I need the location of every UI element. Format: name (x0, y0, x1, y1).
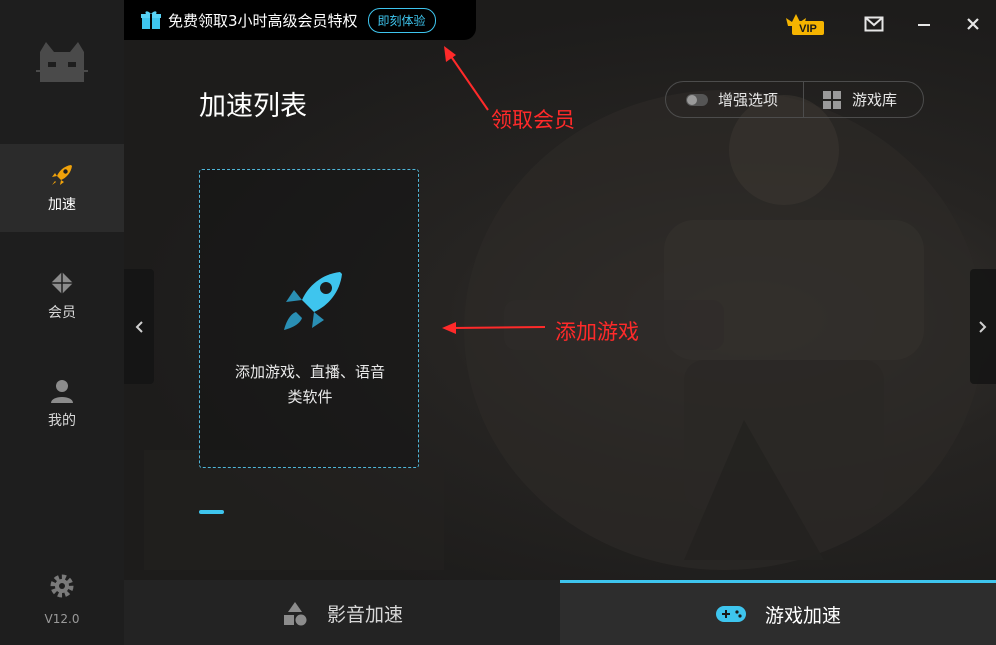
game-library-label: 游戏库 (852, 91, 898, 109)
bottom-tabs: 影音加速 游戏加速 (124, 580, 996, 645)
game-library-button[interactable]: 游戏库 (804, 82, 923, 117)
grid-icon (823, 90, 841, 109)
carousel-indicator[interactable] (199, 510, 224, 514)
enhance-options-button[interactable]: 增强选项 (666, 82, 804, 117)
tab-media-accelerate[interactable]: 影音加速 (124, 580, 560, 645)
mail-icon (864, 16, 884, 32)
mail-button[interactable] (862, 12, 886, 36)
tab-game-accelerate[interactable]: 游戏加速 (560, 580, 996, 645)
gamepad-icon (715, 606, 746, 622)
promo-text: 免费领取3小时高级会员特权 (168, 11, 358, 30)
promo-banner: 免费领取3小时高级会员特权 即刻体验 (124, 0, 476, 40)
page-title: 加速列表 (199, 91, 307, 122)
options-pill-group: 增强选项 游戏库 (665, 81, 924, 118)
rocket-icon (52, 165, 72, 185)
gear-icon[interactable] (48, 572, 76, 600)
sidebar-item-member[interactable]: 会员 (0, 252, 124, 340)
sidebar-item-label: 加速 (48, 197, 76, 213)
annotation-member-label: 领取会员 (491, 108, 575, 132)
close-icon (967, 18, 979, 30)
sidebar-item-label: 我的 (48, 413, 76, 429)
sidebar-item-label: 会员 (48, 305, 76, 321)
sidebar-item-accelerate[interactable]: 加速 (0, 144, 124, 232)
tab-label: 游戏加速 (764, 604, 841, 627)
add-game-text: 添加游戏、直播、语音 类软件 (220, 360, 400, 410)
add-game-text-line2: 类软件 (287, 388, 333, 406)
vip-crown-icon: VIP (786, 14, 824, 35)
carousel-next-button[interactable] (970, 269, 996, 384)
try-now-button[interactable]: 即刻体验 (367, 7, 436, 33)
add-game-card[interactable]: 添加游戏、直播、语音 类软件 (199, 169, 419, 468)
shapes-icon (283, 601, 307, 625)
close-button[interactable] (963, 12, 983, 36)
add-game-text-line1: 添加游戏、直播、语音 (234, 363, 385, 381)
carousel-prev-button[interactable] (124, 269, 154, 384)
minimize-button[interactable] (914, 12, 934, 36)
version-label: V12.0 (44, 612, 80, 626)
enhance-options-label: 增强选项 (718, 91, 779, 109)
chevron-right-icon (979, 320, 987, 333)
rocket-icon (284, 272, 342, 330)
annotation-add-game-label: 添加游戏 (555, 320, 639, 344)
vip-badge[interactable]: VIP (784, 12, 826, 36)
sidebar-item-mine[interactable]: 我的 (0, 360, 124, 448)
diamond-icon (51, 272, 73, 294)
vip-text: VIP (799, 23, 817, 35)
gift-icon (141, 11, 161, 29)
toggle-switch-icon (686, 93, 708, 106)
sidebar: 加速 会员 我的 V12.0 (0, 0, 124, 645)
tab-label: 影音加速 (326, 604, 403, 626)
cat-logo-icon (36, 42, 88, 82)
minimize-icon (918, 24, 930, 26)
user-icon (51, 380, 73, 403)
chevron-left-icon (135, 320, 143, 333)
